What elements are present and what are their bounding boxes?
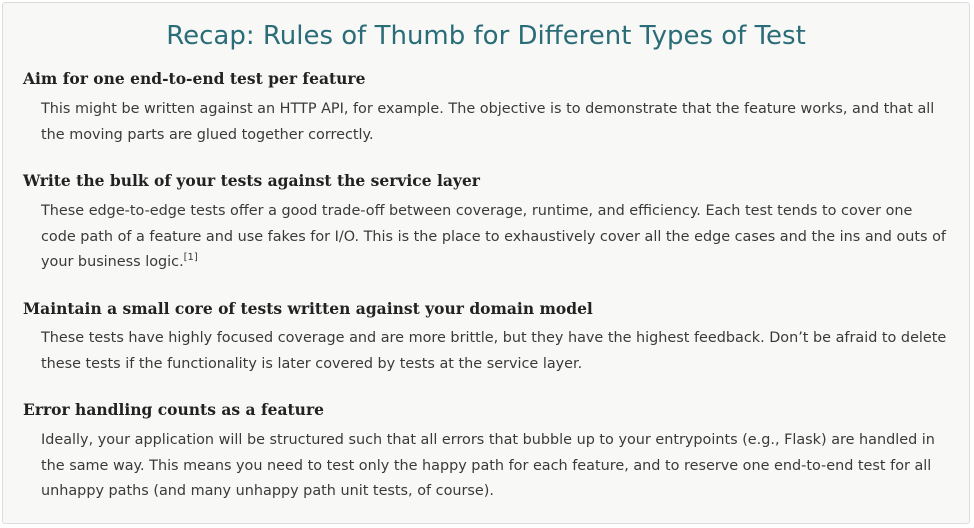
sidebar-title: Recap: Rules of Thumb for Different Type… bbox=[166, 21, 806, 51]
term-service-layer: Write the bulk of your tests against the… bbox=[23, 171, 480, 190]
desc-service-layer: These edge-to-edge tests offer a good tr… bbox=[41, 199, 956, 276]
term-end-to-end: Aim for one end-to-end test per feature bbox=[23, 69, 366, 88]
recap-sidebar: Recap: Rules of Thumb for Different Type… bbox=[2, 2, 970, 524]
desc-line: This might be written against an HTTP AP… bbox=[41, 101, 935, 117]
desc-end-to-end: This might be written against an HTTP AP… bbox=[41, 97, 956, 148]
desc-line: These edge-to-edge tests offer a good tr… bbox=[41, 203, 913, 219]
desc-line: Ideally, your application will be struct… bbox=[41, 432, 935, 448]
desc-line: unhappy paths (and many unhappy path uni… bbox=[41, 483, 494, 499]
desc-line: these tests if the functionality is late… bbox=[41, 355, 583, 372]
desc-line: code path of a feature and use fakes for… bbox=[41, 228, 946, 245]
desc-error-handling: Ideally, your application will be struct… bbox=[41, 428, 956, 505]
desc-domain-model: These tests have highly focused coverage… bbox=[41, 326, 956, 377]
term-domain-model: Maintain a small core of tests written a… bbox=[23, 299, 593, 318]
desc-line: These tests have highly focused coverage… bbox=[41, 330, 947, 346]
desc-line-text: your business logic. bbox=[41, 254, 184, 270]
term-error-handling: Error handling counts as a feature bbox=[23, 400, 324, 419]
desc-line-with-footnote: your business logic.[1] bbox=[41, 250, 956, 276]
desc-line: the moving parts are glued together corr… bbox=[41, 126, 374, 143]
footnote-link[interactable]: [1] bbox=[184, 252, 198, 263]
desc-line: the same way. This means you need to tes… bbox=[41, 457, 932, 474]
